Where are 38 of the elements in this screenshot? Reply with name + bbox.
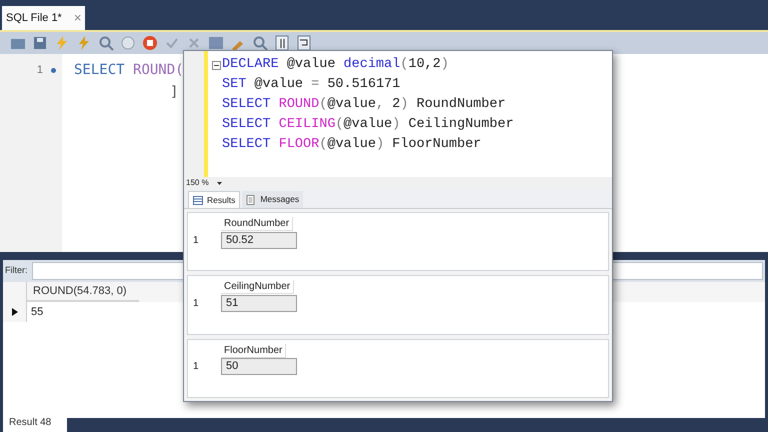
table-cell-text: 55: [30, 304, 44, 320]
circle-icon[interactable]: [120, 35, 136, 51]
bullet-icon: [51, 68, 56, 72]
close-icon[interactable]: ×: [74, 8, 82, 28]
row-number: 1: [192, 234, 200, 248]
document-icon: [246, 194, 256, 204]
search-icon[interactable]: [252, 35, 268, 51]
filter-label: Filter:: [5, 264, 28, 278]
stop-icon[interactable]: [142, 35, 158, 51]
row-number: 1: [192, 360, 200, 374]
table-cell: 51: [221, 294, 297, 312]
zoom-dropdown[interactable]: 150 %: [184, 177, 224, 189]
collapse-icon[interactable]: [212, 60, 221, 70]
results-tab[interactable]: Results: [188, 191, 240, 208]
column-header[interactable]: ROUND(54.783, 0): [27, 282, 139, 302]
results-tab[interactable]: Messages: [242, 191, 304, 208]
magnifier-icon[interactable]: [98, 35, 114, 51]
row-number: 1: [192, 296, 200, 311]
code-line: ]: [169, 83, 180, 102]
lightning-icon[interactable]: [76, 35, 92, 51]
code-line: SELECT FLOOR(@value) FloorNumber: [222, 136, 482, 154]
table-cell: 50: [221, 358, 297, 376]
row-pointer-icon: [12, 308, 18, 316]
column-header[interactable]: RoundNumber: [221, 217, 294, 231]
table-cell: 50.52: [221, 232, 297, 248]
code-line: SELECT ROUND(@value, 2) RoundNumber: [222, 96, 506, 114]
wrap-icon[interactable]: [296, 35, 312, 51]
caret-icon: [216, 182, 222, 184]
code-line: SET @value = 50.516171: [222, 76, 400, 94]
line-number: 1: [36, 62, 43, 78]
column-header[interactable]: CeilingNumber: [221, 280, 294, 294]
grid-icon: [193, 196, 203, 204]
save-icon[interactable]: [32, 35, 48, 51]
code-line: SELECT ROUND(: [74, 61, 184, 80]
code-line: DECLARE @value decimal(10,2): [222, 56, 449, 74]
status-text: Result 48: [8, 416, 52, 430]
code-line: SELECT CEILING(@value) CeilingNumber: [222, 116, 514, 134]
editor-tab[interactable]: SQL File 1* ×: [2, 6, 86, 30]
